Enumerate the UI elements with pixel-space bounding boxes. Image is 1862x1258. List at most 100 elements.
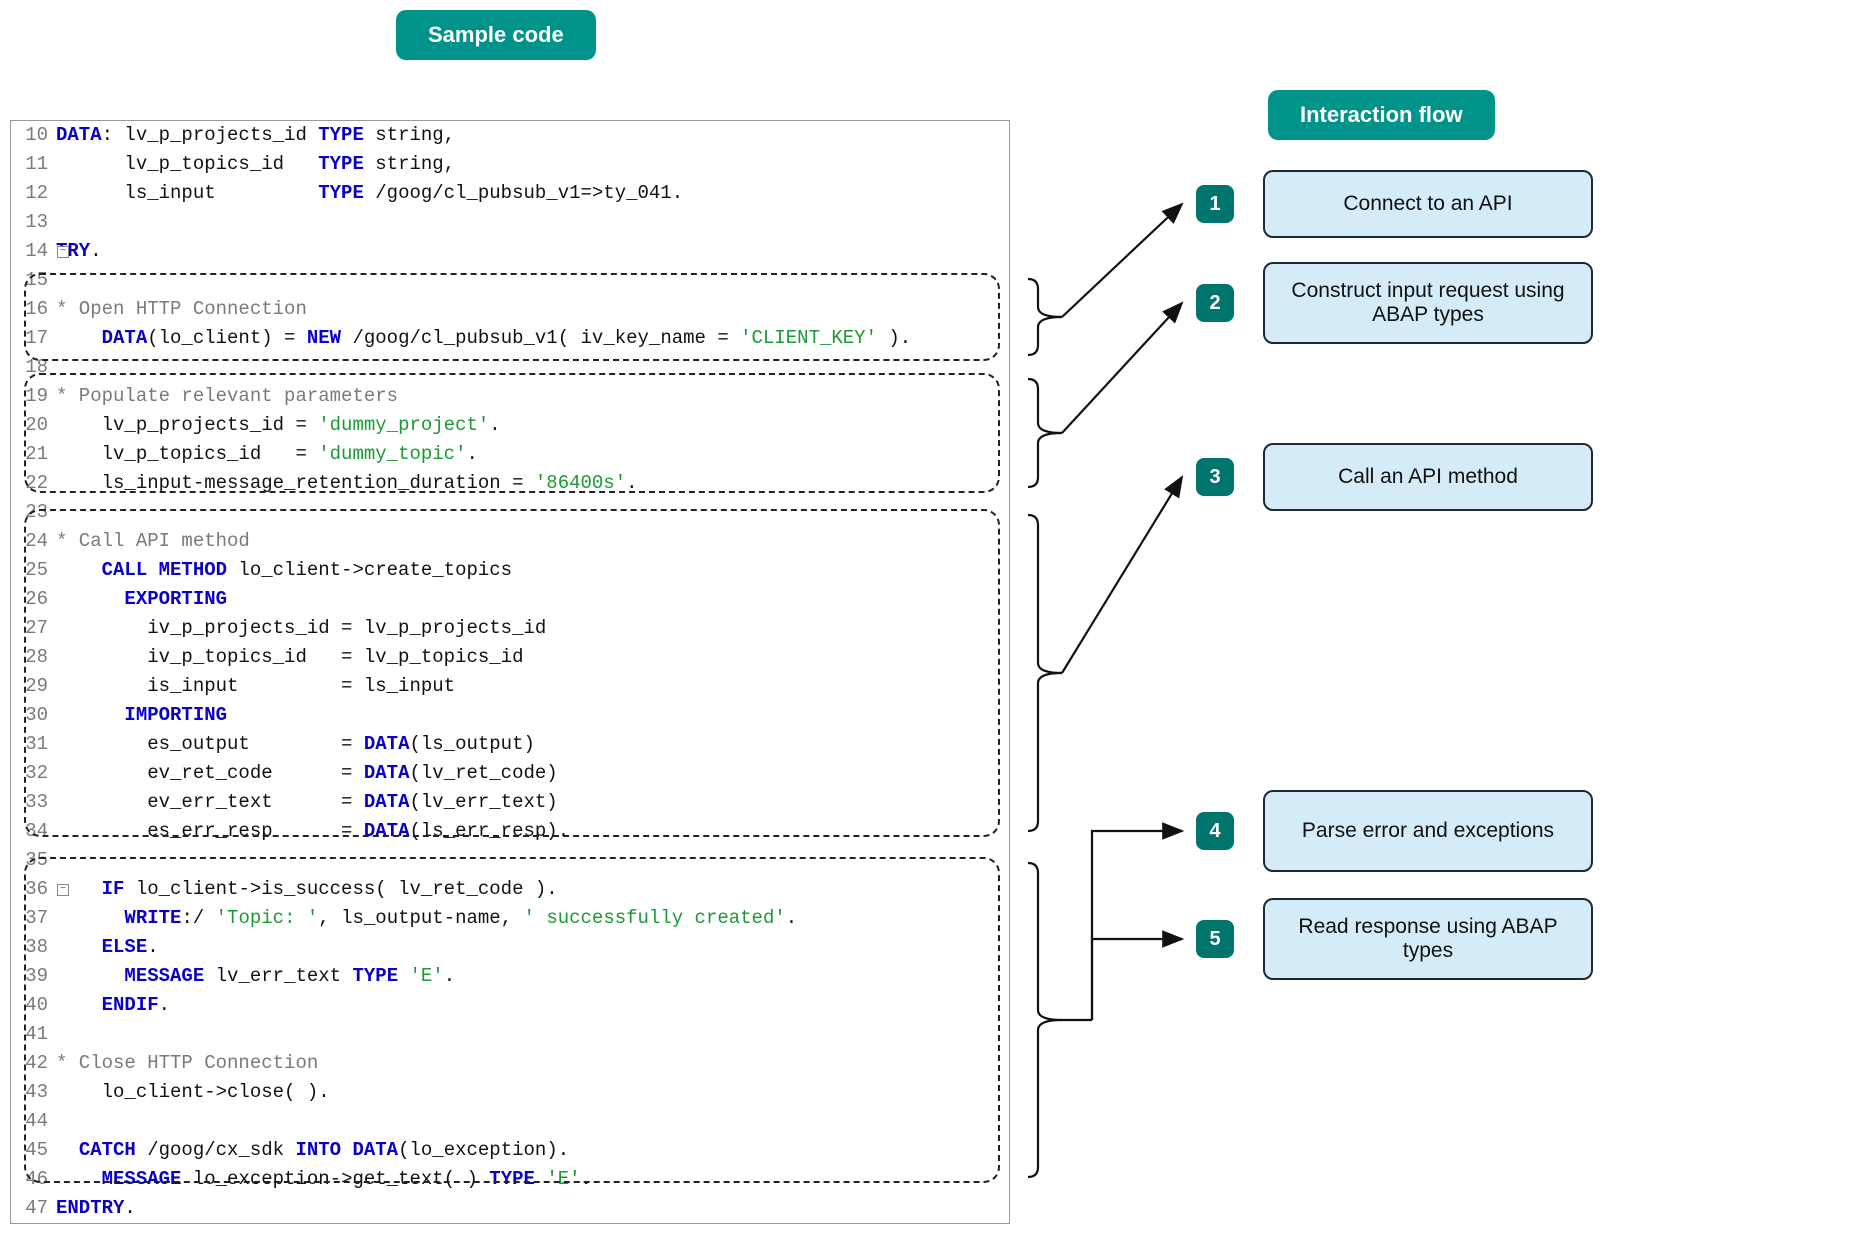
- line-number: 40: [11, 991, 56, 1020]
- code-line: 25 CALL METHOD lo_client->create_topics: [11, 556, 1009, 585]
- line-number: 25: [11, 556, 56, 585]
- code-content: iv_p_projects_id = lv_p_projects_id: [56, 614, 1009, 643]
- code-line: 26 EXPORTING: [11, 585, 1009, 614]
- code-line: 44: [11, 1107, 1009, 1136]
- flow-step-3: Call an API method: [1263, 443, 1593, 511]
- code-line: 11 lv_p_topics_id TYPE string,: [11, 150, 1009, 179]
- code-content: lv_p_projects_id = 'dummy_project'.: [56, 411, 1009, 440]
- code-line: 35: [11, 846, 1009, 875]
- flow-step-number-2: 2: [1196, 284, 1234, 322]
- code-line: 13: [11, 208, 1009, 237]
- flow-step-number-5: 5: [1196, 920, 1234, 958]
- code-line: 40 ENDIF.: [11, 991, 1009, 1020]
- code-content: ev_err_text = DATA(lv_err_text): [56, 788, 1009, 817]
- code-line: 10DATA: lv_p_projects_id TYPE string,: [11, 121, 1009, 150]
- code-line: 43 lo_client->close( ).: [11, 1078, 1009, 1107]
- code-content: [56, 266, 1009, 295]
- code-line: 12 ls_input TYPE /goog/cl_pubsub_v1=>ty_…: [11, 179, 1009, 208]
- code-content: CATCH /goog/cx_sdk INTO DATA(lo_exceptio…: [56, 1136, 1009, 1165]
- code-content: MESSAGE lo_exception->get_text( ) TYPE '…: [56, 1165, 1009, 1194]
- code-line: 32 ev_ret_code = DATA(lv_ret_code): [11, 759, 1009, 788]
- code-line: 28 iv_p_topics_id = lv_p_topics_id: [11, 643, 1009, 672]
- code-content: DATA(lo_client) = NEW /goog/cl_pubsub_v1…: [56, 324, 1009, 353]
- code-content: IMPORTING: [56, 701, 1009, 730]
- flow-step-1: Connect to an API: [1263, 170, 1593, 238]
- code-content: ls_input TYPE /goog/cl_pubsub_v1=>ty_041…: [56, 179, 1009, 208]
- code-content: ENDTRY.: [56, 1194, 1009, 1223]
- line-number: 45: [11, 1136, 56, 1165]
- code-line: 41: [11, 1020, 1009, 1049]
- flow-step-label: Parse error and exceptions: [1302, 819, 1554, 843]
- line-number: 47: [11, 1194, 56, 1223]
- code-content: WRITE:/ 'Topic: ', ls_output-name, ' suc…: [56, 904, 1009, 933]
- line-number: 20: [11, 411, 56, 440]
- code-content: ls_input-message_retention_duration = '8…: [56, 469, 1009, 498]
- code-content: [56, 353, 1009, 382]
- line-number: 19: [11, 382, 56, 411]
- fold-toggle-icon[interactable]: −: [57, 884, 69, 896]
- line-number: 42: [11, 1049, 56, 1078]
- code-content: lv_p_topics_id TYPE string,: [56, 150, 1009, 179]
- code-content: * Open HTTP Connection: [56, 295, 1009, 324]
- code-line: 36 IF lo_client->is_success( lv_ret_code…: [11, 875, 1009, 904]
- flow-step-number-3: 3: [1196, 458, 1234, 496]
- code-content: * Call API method: [56, 527, 1009, 556]
- interaction-flow-pill: Interaction flow: [1268, 90, 1495, 140]
- line-number: 12: [11, 179, 56, 208]
- line-number: 36: [11, 875, 56, 904]
- fold-toggle-icon[interactable]: −: [57, 246, 69, 258]
- code-content: ev_ret_code = DATA(lv_ret_code): [56, 759, 1009, 788]
- code-line: 45 CATCH /goog/cx_sdk INTO DATA(lo_excep…: [11, 1136, 1009, 1165]
- sample-code-pill: Sample code: [396, 10, 596, 60]
- code-line: 22 ls_input-message_retention_duration =…: [11, 469, 1009, 498]
- code-line: 19* Populate relevant parameters: [11, 382, 1009, 411]
- code-content: [56, 846, 1009, 875]
- code-line: 23: [11, 498, 1009, 527]
- line-number: 32: [11, 759, 56, 788]
- flow-step-label: Read response using ABAP types: [1275, 915, 1581, 963]
- code-line: 18: [11, 353, 1009, 382]
- code-line: 21 lv_p_topics_id = 'dummy_topic'.: [11, 440, 1009, 469]
- code-line: 20 lv_p_projects_id = 'dummy_project'.: [11, 411, 1009, 440]
- line-number: 24: [11, 527, 56, 556]
- line-number: 15: [11, 266, 56, 295]
- flow-step-4: Parse error and exceptions: [1263, 790, 1593, 872]
- line-number: 13: [11, 208, 56, 237]
- flow-step-2: Construct input request using ABAP types: [1263, 262, 1593, 344]
- code-content: is_input = ls_input: [56, 672, 1009, 701]
- code-content: * Close HTTP Connection: [56, 1049, 1009, 1078]
- line-number: 29: [11, 672, 56, 701]
- code-line: 15: [11, 266, 1009, 295]
- code-content: lo_client->close( ).: [56, 1078, 1009, 1107]
- flow-step-label: Connect to an API: [1343, 192, 1512, 216]
- line-number: 38: [11, 933, 56, 962]
- code-line: 24* Call API method: [11, 527, 1009, 556]
- flow-step-5: Read response using ABAP types: [1263, 898, 1593, 980]
- code-content: TRY.: [56, 237, 1009, 266]
- code-content: [56, 498, 1009, 527]
- code-content: IF lo_client->is_success( lv_ret_code ).: [56, 875, 1009, 904]
- line-number: 22: [11, 469, 56, 498]
- line-number: 23: [11, 498, 56, 527]
- line-number: 27: [11, 614, 56, 643]
- line-number: 44: [11, 1107, 56, 1136]
- code-content: DATA: lv_p_projects_id TYPE string,: [56, 121, 1009, 150]
- line-number: 31: [11, 730, 56, 759]
- code-line: 16* Open HTTP Connection: [11, 295, 1009, 324]
- flow-step-label: Construct input request using ABAP types: [1275, 279, 1581, 327]
- line-number: 46: [11, 1165, 56, 1194]
- flow-step-number-1: 1: [1196, 185, 1234, 223]
- code-content: MESSAGE lv_err_text TYPE 'E'.: [56, 962, 1009, 991]
- code-content: [56, 1020, 1009, 1049]
- code-line: 38 ELSE.: [11, 933, 1009, 962]
- line-number: 16: [11, 295, 56, 324]
- line-number: 41: [11, 1020, 56, 1049]
- code-line: 46 MESSAGE lo_exception->get_text( ) TYP…: [11, 1165, 1009, 1194]
- code-line: 27 iv_p_projects_id = lv_p_projects_id: [11, 614, 1009, 643]
- line-number: 26: [11, 585, 56, 614]
- line-number: 21: [11, 440, 56, 469]
- code-content: ELSE.: [56, 933, 1009, 962]
- line-number: 39: [11, 962, 56, 991]
- code-line: 47ENDTRY.: [11, 1194, 1009, 1223]
- code-content: ENDIF.: [56, 991, 1009, 1020]
